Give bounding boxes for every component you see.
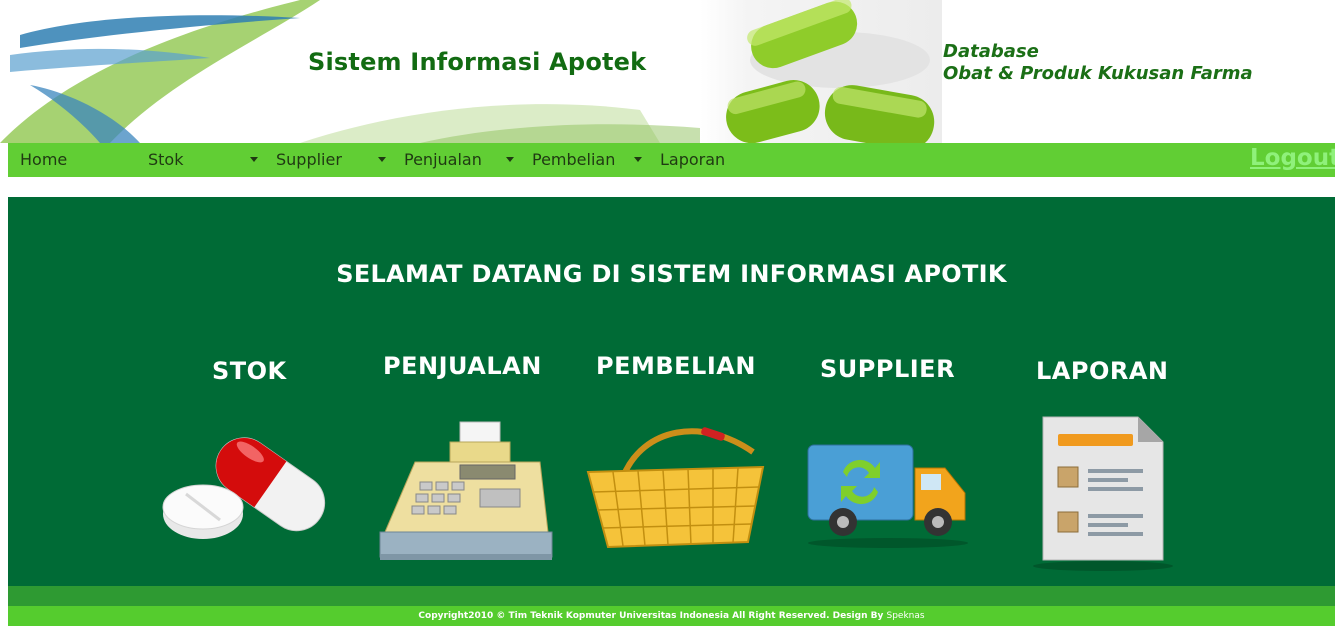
tile-label-stok: STOK (212, 357, 287, 385)
chevron-down-icon (506, 157, 514, 162)
footer: Copyright2010 © Tim Teknik Kopmuter Univ… (8, 606, 1335, 626)
welcome-panel: SELAMAT DATANG DI SISTEM INFORMASI APOTI… (8, 197, 1335, 586)
nav-item-stok[interactable]: Stok (148, 143, 183, 177)
database-subtitle: Database Obat & Produk Kukusan Farma (943, 41, 1253, 85)
nav-item-pembelian[interactable]: Pembelian (532, 143, 615, 177)
footer-copyright: Copyright2010 © Tim Teknik Kopmuter Univ… (418, 611, 887, 621)
nav-item-laporan[interactable]: Laporan (660, 143, 725, 177)
site-title: Sistem Informasi Apotek (308, 48, 647, 76)
tile-penjualan[interactable]: PENJUALAN (370, 352, 560, 567)
capsules-banner-image (700, 0, 942, 143)
tile-pembelian[interactable]: PEMBELIAN (583, 352, 768, 567)
delivery-truck-icon (807, 444, 968, 548)
database-line-2: Obat & Produk Kukusan Farma (943, 63, 1253, 84)
chevron-down-icon (250, 157, 258, 162)
logout-link[interactable]: Logout (1250, 145, 1335, 171)
database-line-1: Database (943, 41, 1039, 62)
report-document-icon (1033, 416, 1173, 571)
tile-supplier[interactable]: SUPPLIER (803, 355, 973, 555)
capsules-icon (726, 0, 935, 143)
nav-item-penjualan[interactable]: Penjualan (404, 143, 482, 177)
chevron-down-icon (634, 157, 642, 162)
tile-stok[interactable]: STOK (158, 357, 338, 557)
main-navigation-bar: Home Stok Supplier Penjualan Pembelian L… (8, 143, 1335, 177)
pills-icon (162, 437, 326, 539)
header-banner: Sistem Informasi Apotek Database Obat & … (0, 0, 1335, 143)
welcome-heading: SELAMAT DATANG DI SISTEM INFORMASI APOTI… (336, 260, 1007, 288)
nav-item-home[interactable]: Home (20, 143, 67, 177)
tile-label-laporan: LAPORAN (1036, 357, 1169, 385)
cash-register-icon (379, 421, 553, 560)
shopping-basket-icon (586, 427, 765, 549)
tile-laporan[interactable]: LAPORAN (1018, 357, 1188, 572)
chevron-down-icon (378, 157, 386, 162)
footer-band (8, 586, 1335, 606)
tile-label-pembelian: PEMBELIAN (596, 352, 756, 380)
tile-label-penjualan: PENJUALAN (383, 352, 542, 380)
nav-item-supplier[interactable]: Supplier (276, 143, 342, 177)
footer-designer-link[interactable]: Speknas (886, 611, 924, 621)
tile-label-supplier: SUPPLIER (820, 355, 956, 383)
